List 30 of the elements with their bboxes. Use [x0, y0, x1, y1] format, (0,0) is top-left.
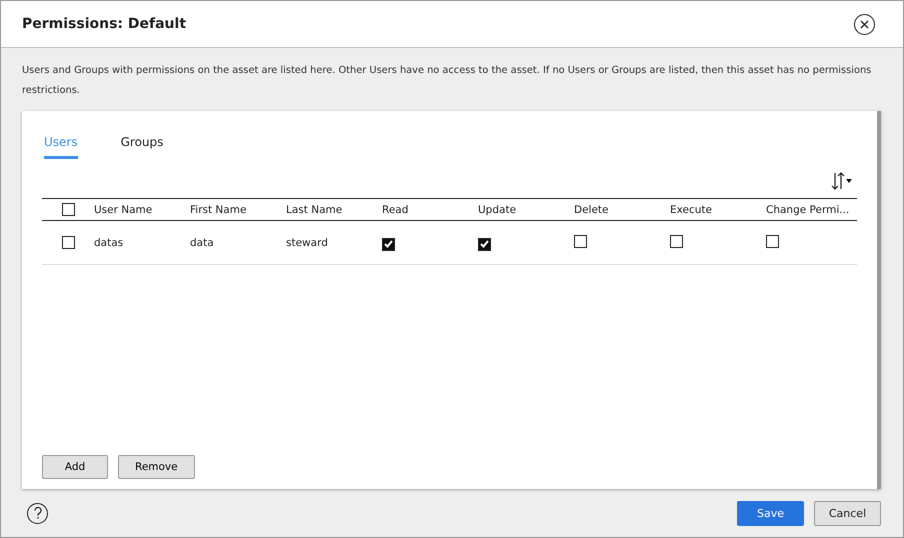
close-icon [860, 20, 869, 28]
sort-icon[interactable] [831, 170, 853, 190]
table-cell-text: steward [286, 236, 329, 248]
cancel-button[interactable]: Cancel [814, 500, 881, 526]
checkbox[interactable] [382, 238, 395, 250]
description-text: Users and Groups with permissions on the asset are listed here. Other Users have no access to the asset. If no Users or Groups are listed, then this asset has no permissions restrictions. [21, 64, 872, 98]
dialog-title: Permissions: Default [22, 16, 186, 32]
tab[interactable]: Groups [120, 133, 164, 159]
checkbox[interactable] [62, 236, 75, 249]
action-button[interactable]: Remove [118, 455, 195, 479]
checkbox[interactable] [670, 235, 683, 248]
column-header[interactable]: Update [478, 204, 574, 216]
checkbox[interactable] [62, 203, 75, 216]
scrollbar[interactable] [877, 111, 881, 489]
help-icon[interactable] [27, 502, 48, 524]
column-header[interactable]: Change Permi... [766, 204, 862, 216]
column-header[interactable]: Execute [670, 204, 766, 216]
table-cell-text: datas [94, 236, 124, 248]
column-header[interactable]: Delete [574, 204, 670, 216]
table-cell-text: data [190, 236, 215, 248]
column-header[interactable]: User Name [94, 204, 190, 216]
save-button[interactable]: Save [737, 500, 804, 526]
column-header[interactable]: First Name [190, 204, 286, 216]
checkbox[interactable] [766, 235, 779, 248]
column-header[interactable]: Last Name [286, 204, 382, 216]
checkbox[interactable] [478, 238, 491, 250]
checkbox[interactable] [574, 235, 587, 248]
action-button[interactable]: Add [42, 455, 108, 479]
column-header[interactable]: Read [382, 204, 478, 216]
close-button[interactable] [854, 14, 875, 34]
